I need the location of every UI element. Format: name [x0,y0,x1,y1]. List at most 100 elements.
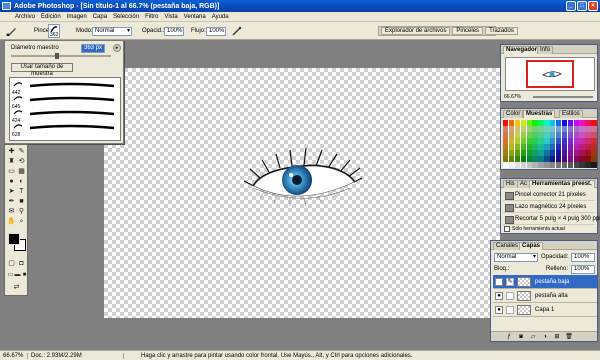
brush-preset-list[interactable]: 442 645 424 628 [9,77,121,141]
color-swatch[interactable] [520,132,526,138]
navigator-zoom-value[interactable]: 66.67% [504,94,521,100]
color-swatch[interactable] [526,144,532,150]
color-swatch[interactable] [555,162,562,168]
opacity-input[interactable]: 100% [164,27,184,36]
color-swatch[interactable] [538,150,544,156]
color-swatch[interactable] [550,126,556,132]
status-zoom[interactable]: 66.67% [0,352,28,359]
color-swatch[interactable] [585,150,591,156]
mode-select[interactable]: Normal [92,27,132,36]
color-swatch[interactable] [555,150,562,156]
color-swatch[interactable] [561,120,568,126]
color-swatch[interactable] [538,120,544,126]
status-doc-size[interactable]: Doc.: 2.93M/2.29M [28,352,124,359]
color-swatch[interactable] [567,144,573,150]
color-swatch[interactable] [579,132,585,138]
color-swatch[interactable] [585,144,591,150]
well-tab-paths[interactable]: Trazados [485,27,518,35]
color-swatch[interactable] [508,126,515,132]
color-swatch[interactable] [532,132,538,138]
color-swatch[interactable] [538,144,544,150]
trash-icon[interactable]: 🗑 [565,333,573,341]
color-swatch[interactable] [561,162,568,168]
use-sample-size-button[interactable]: Usar tamaño de muestra [11,63,73,77]
color-swatch[interactable] [585,126,591,132]
color-swatch[interactable] [585,132,591,138]
fill-input[interactable]: 100% [571,265,595,274]
jump-to-imageready-icon[interactable]: ⇄ [12,283,21,292]
menu-ayuda[interactable]: Ayuda [209,14,232,20]
blur-icon[interactable]: ● [7,177,16,186]
pen-icon[interactable]: ✒ [7,197,16,206]
color-swatch[interactable] [503,150,509,156]
dodge-icon[interactable]: ◐ [17,177,26,186]
color-swatch[interactable] [561,138,568,144]
color-swatch[interactable] [579,126,585,132]
color-swatch[interactable] [514,156,521,162]
color-swatch[interactable] [567,156,573,162]
color-swatch[interactable] [555,144,562,150]
color-swatch[interactable] [567,126,573,132]
heal-brush-icon[interactable]: ✚ [7,147,16,156]
color-swatch[interactable] [514,126,521,132]
color-swatch[interactable] [555,132,562,138]
color-swatch[interactable] [591,162,597,168]
notes-icon[interactable]: ✉ [7,207,16,216]
brush-preset-picker[interactable]: 363 [48,24,60,38]
color-swatch[interactable] [544,144,550,150]
color-swatch[interactable] [526,132,532,138]
zoom-icon[interactable]: ⌕ [17,217,26,226]
color-swatch[interactable] [573,150,579,156]
color-swatch[interactable] [555,138,562,144]
color-swatch[interactable] [585,156,591,162]
document-canvas[interactable] [104,68,500,318]
color-swatch[interactable] [591,132,597,138]
color-swatch[interactable] [514,120,521,126]
color-swatch[interactable] [526,150,532,156]
color-swatch[interactable] [508,156,515,162]
preset-row[interactable]: Pincel corrector 21 píxeles [503,189,595,201]
eye-visibility-icon[interactable]: ● [495,306,503,314]
foreground-color-top[interactable] [8,233,20,245]
color-swatch[interactable] [591,126,597,132]
screen-mode-3-icon[interactable]: ■ [20,271,29,280]
color-swatch[interactable] [591,156,597,162]
popup-menu-icon[interactable]: ▸ [113,44,121,52]
color-swatch[interactable] [555,156,562,162]
color-swatch[interactable] [561,126,568,132]
color-swatch[interactable] [520,126,526,132]
preset-row[interactable]: Lazo magnético 24 píxeles [503,201,595,213]
color-swatch[interactable] [526,120,532,126]
color-swatch[interactable] [550,156,556,162]
shape-icon[interactable]: ■ [17,197,26,206]
color-swatch[interactable] [520,120,526,126]
color-swatch[interactable] [538,126,544,132]
tab-navigator[interactable]: Navegador [503,46,541,54]
color-swatch[interactable] [544,156,550,162]
menu-imagen[interactable]: Imagen [64,14,90,20]
eye-visibility-icon[interactable]: ● [495,292,503,300]
color-swatch[interactable] [544,162,550,168]
color-swatch[interactable] [573,144,579,150]
menu-archivo[interactable]: Archivo [12,14,38,20]
color-swatch[interactable] [591,138,597,144]
color-swatch[interactable] [538,156,544,162]
color-swatch[interactable] [503,120,509,126]
tab-history[interactable]: His [503,180,518,188]
brush-tool-icon[interactable] [6,26,18,36]
minimize-icon[interactable]: _ [566,1,576,11]
color-swatch[interactable] [514,138,521,144]
close-icon[interactable]: × [588,1,598,11]
brush-icon[interactable]: ✎ [17,147,26,156]
color-swatch[interactable] [503,132,509,138]
color-swatch[interactable] [550,138,556,144]
color-swatch[interactable] [550,120,556,126]
menu-seleccion[interactable]: Selección [110,14,142,20]
color-swatch[interactable] [567,132,573,138]
menu-vista[interactable]: Vista [161,14,180,20]
color-swatch[interactable] [508,144,515,150]
color-swatch[interactable] [544,138,550,144]
color-swatch[interactable] [567,120,573,126]
color-swatch[interactable] [526,138,532,144]
layer-row[interactable]: ● ✎ pestaña baja [493,275,597,289]
